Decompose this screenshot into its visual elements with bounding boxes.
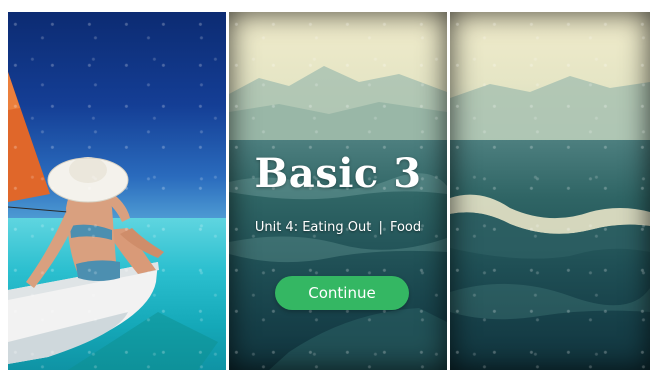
- unit-label: Unit 4: Eating Out: [254, 220, 372, 235]
- course-title: Basic 3: [254, 150, 422, 197]
- subtitle-separator: |: [378, 220, 383, 235]
- topic-label: Food: [389, 220, 422, 235]
- continue-button[interactable]: Continue: [275, 276, 409, 310]
- ocean-waves-photo-right: [450, 12, 650, 370]
- beach-sailboat-photo: [8, 12, 226, 370]
- lesson-subtitle: Unit 4: Eating Out | Food: [229, 220, 447, 235]
- ocean-waves-photo-center: Basic 3 Unit 4: Eating Out | Food Contin…: [229, 12, 447, 370]
- sailboat-illustration: [8, 72, 218, 370]
- course-banner: Basic 3 Unit 4: Eating Out | Food Contin…: [0, 0, 650, 372]
- breaking-wave: [450, 194, 650, 320]
